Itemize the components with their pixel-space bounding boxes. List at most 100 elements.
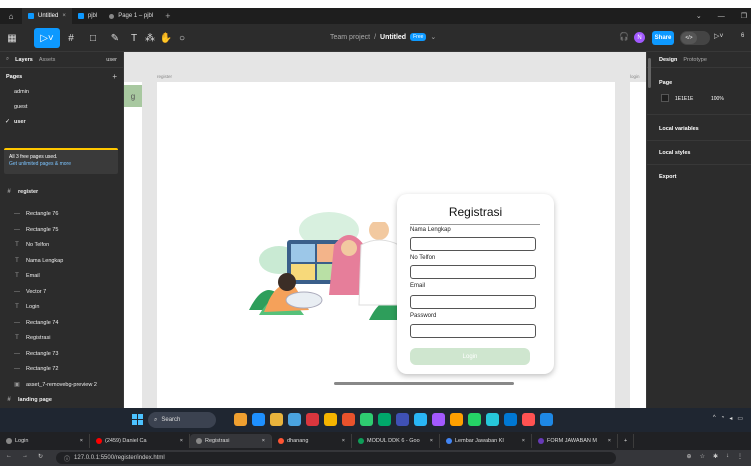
volume-icon[interactable]: ◂ xyxy=(729,415,732,422)
main-menu-icon[interactable]: ▦ xyxy=(4,28,20,48)
layer-row[interactable]: — Rectangle 76 xyxy=(0,207,124,221)
page-item-user[interactable]: user xyxy=(14,119,26,125)
layer-row[interactable]: ▣ asset_7-removebg-preview 2 xyxy=(0,378,124,392)
chevron-down-icon[interactable]: ⌄ xyxy=(696,12,702,20)
star-icon[interactable]: ☆ xyxy=(700,453,705,460)
tab-design[interactable]: Design xyxy=(659,57,677,63)
vertical-scrollbar[interactable] xyxy=(648,58,651,88)
chevron-up-icon[interactable]: ^ xyxy=(713,415,716,422)
tab-untitled[interactable]: Untitled × xyxy=(22,8,72,24)
whatsapp-icon[interactable] xyxy=(468,413,481,426)
app-icon[interactable] xyxy=(450,413,463,426)
layer-row[interactable]: — Rectangle 73 xyxy=(0,347,124,361)
forward-icon[interactable]: → xyxy=(22,453,28,460)
horizontal-scrollbar[interactable] xyxy=(334,382,514,385)
tab-layers[interactable]: Layers xyxy=(15,57,33,63)
layer-row[interactable]: — Vector 7 xyxy=(0,285,124,299)
zoom-icon[interactable]: ⊕ xyxy=(687,453,692,460)
close-icon[interactable]: × xyxy=(522,438,525,444)
tab-assets[interactable]: Assets xyxy=(39,57,56,63)
local-styles[interactable]: Local styles xyxy=(659,150,691,156)
tab-page1[interactable]: Page 1 – pjbl xyxy=(103,8,159,24)
browser-tab[interactable]: dhanang × xyxy=(272,434,352,448)
app-icon[interactable] xyxy=(360,413,373,426)
hand-tool-icon[interactable]: ✋ xyxy=(160,28,172,48)
headset-icon[interactable]: 🎧 xyxy=(619,32,629,41)
close-icon[interactable]: × xyxy=(62,13,66,19)
add-page-button[interactable]: + xyxy=(112,72,117,81)
new-tab-button[interactable]: + xyxy=(618,434,635,448)
app-icon[interactable] xyxy=(486,413,499,426)
text-tool-icon[interactable]: T xyxy=(128,28,140,48)
upgrade-link[interactable]: Get unlimited pages & more xyxy=(9,161,113,168)
info-icon[interactable]: ⓘ xyxy=(64,454,70,463)
extensions-icon[interactable]: ✱ xyxy=(713,453,718,460)
tab-prototype[interactable]: Prototype xyxy=(683,57,707,63)
close-icon[interactable]: × xyxy=(430,438,433,444)
tab-pjbl[interactable]: pjbl xyxy=(72,8,103,24)
app-icon[interactable] xyxy=(396,413,409,426)
page-dropdown[interactable]: user xyxy=(106,57,117,63)
nama-lengkap-field[interactable] xyxy=(410,237,536,251)
present-icon[interactable]: ▷˅ xyxy=(714,32,723,40)
layer-row[interactable]: T Registrasi xyxy=(0,331,124,345)
chrome-icon[interactable] xyxy=(324,413,337,426)
minimize-icon[interactable]: — xyxy=(718,13,725,20)
background-hex[interactable]: 1E1E1E xyxy=(675,96,693,102)
email-field[interactable] xyxy=(410,295,536,309)
layer-row[interactable]: T Email xyxy=(0,269,124,283)
menu-icon[interactable]: ⋮ xyxy=(737,453,743,460)
layer-row[interactable]: T Login xyxy=(0,300,124,314)
file-explorer-icon[interactable] xyxy=(270,413,283,426)
share-button[interactable]: Share xyxy=(652,31,674,45)
shape-tool-icon[interactable]: □ xyxy=(84,28,102,48)
firefox-icon[interactable] xyxy=(342,413,355,426)
dev-mode-toggle[interactable]: </> xyxy=(680,31,710,45)
frame-landing-page[interactable]: g xyxy=(124,82,142,408)
widgets-icon[interactable] xyxy=(234,413,247,426)
app-icon[interactable] xyxy=(414,413,427,426)
export-section[interactable]: Export xyxy=(659,174,676,180)
search-icon[interactable]: ⌕ xyxy=(6,56,9,63)
frame-register[interactable]: Registrasi Nama Lengkap No Telfon Email … xyxy=(157,82,615,408)
windows-start-icon[interactable] xyxy=(132,414,143,425)
camera-icon[interactable] xyxy=(288,413,301,426)
battery-icon[interactable]: ▭ xyxy=(737,415,743,422)
app-icon[interactable] xyxy=(306,413,319,426)
close-icon[interactable]: × xyxy=(262,438,265,444)
page-item-admin[interactable]: admin xyxy=(14,89,29,95)
address-bar[interactable]: ⓘ 127.0.0.1:5500/register/index.html xyxy=(56,452,616,464)
login-button[interactable]: Login xyxy=(410,348,530,365)
layer-row[interactable]: — Rectangle 74 xyxy=(0,316,124,330)
browser-tab[interactable]: Login × xyxy=(0,434,90,448)
frame-login[interactable] xyxy=(630,82,646,408)
restore-icon[interactable]: ❐ xyxy=(741,12,747,20)
pen-tool-icon[interactable]: ✎ xyxy=(106,28,124,48)
browser-tab[interactable]: Registrasi × xyxy=(190,434,272,448)
close-icon[interactable]: × xyxy=(80,438,83,444)
file-title[interactable]: Team project / Untitled Free ⌄ xyxy=(330,33,436,41)
figma-icon[interactable] xyxy=(432,413,445,426)
background-opacity[interactable]: 100% xyxy=(711,96,724,102)
layer-row[interactable]: T Nama Lengkap xyxy=(0,254,124,268)
layer-row[interactable]: T No Telfon xyxy=(0,238,124,252)
layer-row[interactable]: — Rectangle 75 xyxy=(0,223,124,237)
zoom-level[interactable]: 6 xyxy=(741,33,744,39)
system-tray[interactable]: ^ ◔ ◂ ▭ xyxy=(713,415,743,422)
close-icon[interactable]: × xyxy=(608,438,611,444)
canvas[interactable]: g register login Registrasi Nama Lengkap… xyxy=(124,52,646,408)
wifi-icon[interactable]: ◔ xyxy=(721,415,725,422)
close-icon[interactable]: × xyxy=(342,438,345,444)
layer-row[interactable]: # landing page xyxy=(0,393,124,407)
comment-tool-icon[interactable]: ○ xyxy=(176,28,188,48)
new-tab-button[interactable]: + xyxy=(159,8,176,24)
password-field[interactable] xyxy=(410,324,536,338)
download-icon[interactable]: ↓ xyxy=(726,453,729,460)
background-swatch[interactable] xyxy=(661,94,669,102)
browser-tab[interactable]: (2459) Daniel Ca × xyxy=(90,434,190,448)
browser-tab[interactable]: Lembar Jawaban KI × xyxy=(440,434,532,448)
no-telfon-field[interactable] xyxy=(410,265,536,279)
close-icon[interactable]: × xyxy=(180,438,183,444)
reload-icon[interactable]: ↻ xyxy=(38,453,43,460)
layer-row[interactable]: — Rectangle 72 xyxy=(0,362,124,376)
